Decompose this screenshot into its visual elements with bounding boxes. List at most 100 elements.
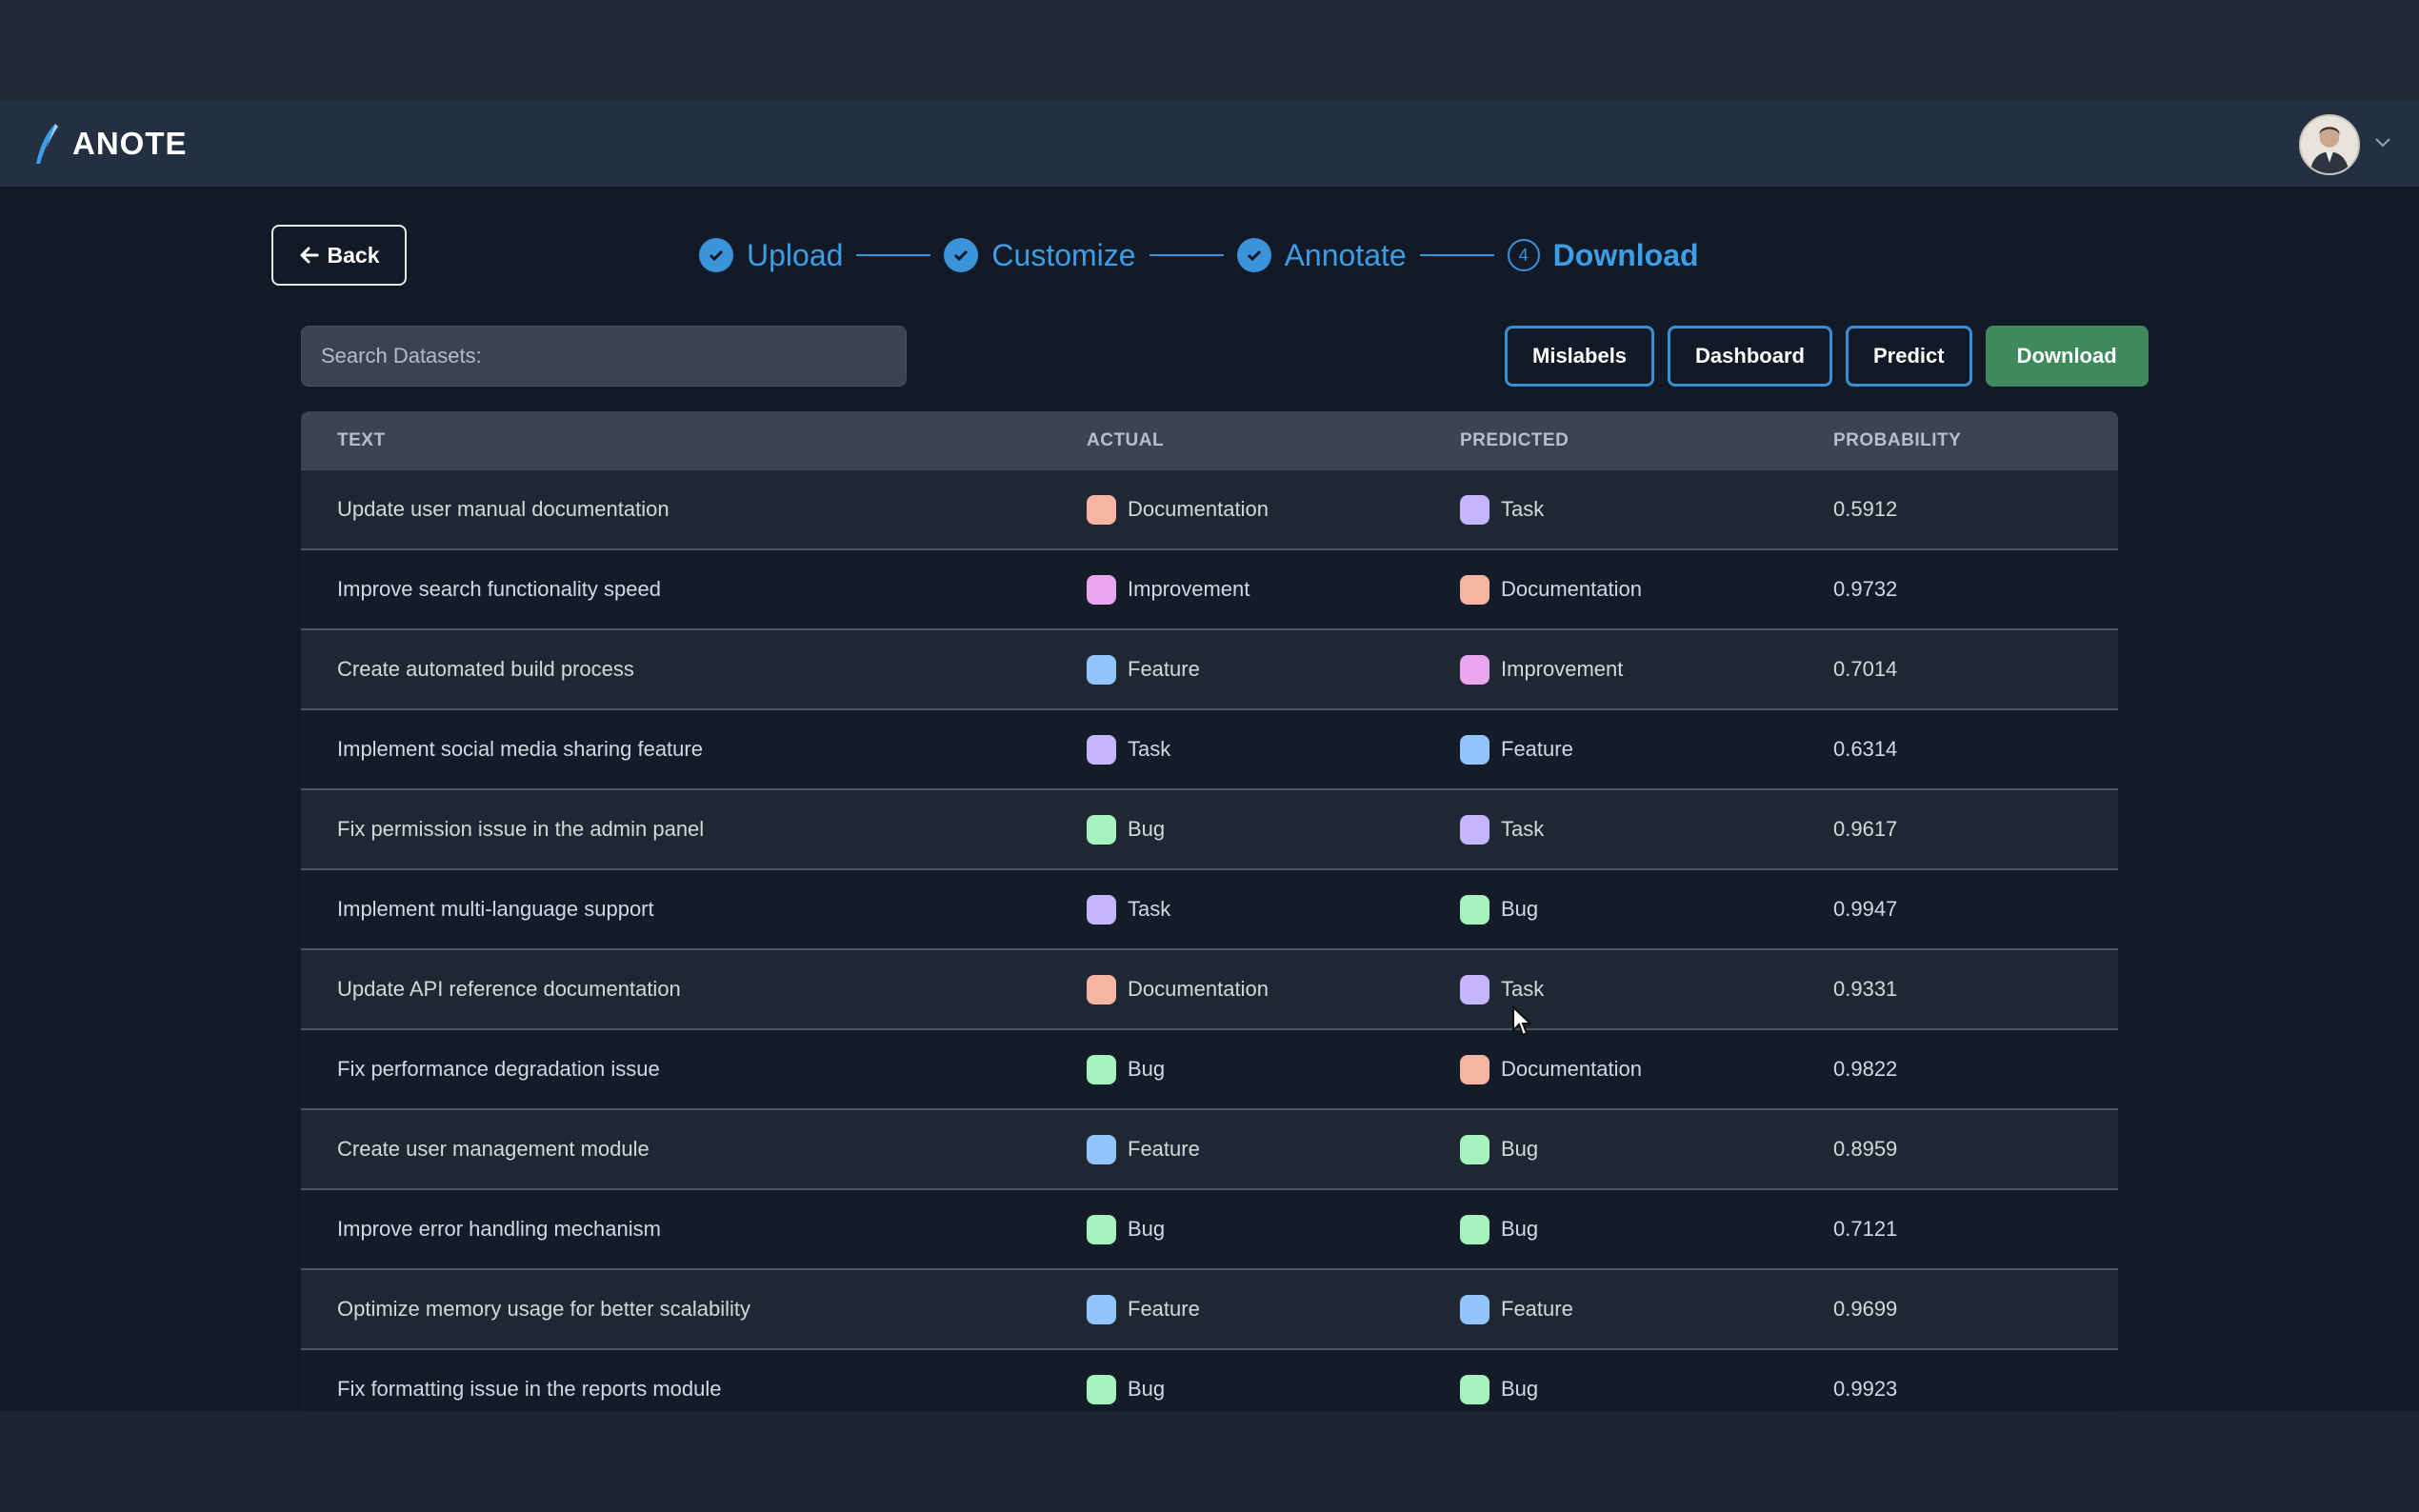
- label-color-swatch: [1460, 1294, 1489, 1324]
- table-row[interactable]: Implement multi-language support Task Bug 0…: [301, 870, 2118, 950]
- header-probability[interactable]: PROBABILITY: [1833, 430, 2118, 451]
- step-connector: [1149, 254, 1224, 256]
- label-color-swatch: [1087, 734, 1116, 765]
- label-color-swatch: [1087, 574, 1116, 605]
- cell-predicted: Task: [1460, 814, 1833, 845]
- label-color-swatch: [1460, 1374, 1489, 1404]
- header-predicted[interactable]: PREDICTED: [1460, 430, 1833, 451]
- step-upload[interactable]: Upload: [699, 238, 843, 273]
- predict-button[interactable]: Predict: [1845, 326, 1972, 387]
- label-color-swatch: [1087, 1054, 1116, 1084]
- logo[interactable]: ANOTE: [32, 120, 188, 168]
- table-row[interactable]: Update user manual documentation Document…: [301, 470, 2118, 550]
- label-color-swatch: [1087, 1374, 1116, 1404]
- cell-predicted: Bug: [1460, 894, 1833, 925]
- label-color-swatch: [1087, 1134, 1116, 1164]
- actual-label: Bug: [1128, 1377, 1166, 1401]
- search-input[interactable]: [319, 343, 889, 369]
- step-customize[interactable]: Customize: [944, 237, 1136, 273]
- actual-label: Feature: [1128, 1137, 1200, 1161]
- predicted-label: Documentation: [1501, 1057, 1642, 1081]
- back-button[interactable]: Back: [271, 225, 407, 286]
- actual-label: Improvement: [1128, 577, 1250, 601]
- cell-probability: 0.9732: [1833, 577, 1898, 601]
- step-download[interactable]: 4 Download: [1507, 237, 1699, 273]
- cell-probability: 0.9699: [1833, 1297, 1898, 1321]
- navbar: ANOTE: [0, 101, 2419, 187]
- cell-actual: Feature: [1087, 1134, 1460, 1164]
- cell-predicted: Feature: [1460, 734, 1833, 765]
- step-annotate[interactable]: Annotate: [1236, 237, 1407, 273]
- dashboard-button[interactable]: Dashboard: [1668, 326, 1832, 387]
- check-circle-icon: [944, 238, 979, 272]
- label-color-swatch: [1460, 1054, 1489, 1084]
- progress-stepper: Upload Customize Annotate 4 Download: [699, 234, 1699, 276]
- account-menu-chevron-down-icon[interactable]: [2371, 131, 2394, 154]
- cell-text: Implement social media sharing feature: [337, 737, 703, 761]
- table-row[interactable]: Improve error handling mechanism Bug Bug 0.…: [301, 1190, 2118, 1270]
- cell-predicted: Bug: [1460, 1134, 1833, 1164]
- feather-logo-icon: [36, 124, 58, 164]
- table-row[interactable]: Improve search functionality speed Improv…: [301, 550, 2118, 630]
- top-backdrop: [0, 0, 2419, 101]
- predicted-label: Task: [1501, 817, 1545, 841]
- table-body: Update user manual documentation Document…: [301, 470, 2118, 1430]
- cell-text: Improve search functionality speed: [337, 577, 661, 601]
- check-circle-icon: [1236, 238, 1271, 272]
- table-row[interactable]: Create automated build process Feature Imp…: [301, 630, 2118, 710]
- download-button[interactable]: Download: [1985, 326, 2149, 387]
- header-actual[interactable]: ACTUAL: [1087, 430, 1460, 451]
- cell-actual: Feature: [1087, 654, 1460, 685]
- table-row[interactable]: Fix performance degradation issue Bug Docu…: [301, 1030, 2118, 1110]
- cell-text: Update API reference documentation: [337, 977, 681, 1001]
- predicted-label: Bug: [1501, 1137, 1539, 1161]
- cell-actual: Feature: [1087, 1294, 1460, 1324]
- avatar[interactable]: [2299, 114, 2360, 175]
- cell-probability: 0.9822: [1833, 1057, 1898, 1081]
- cell-actual: Bug: [1087, 814, 1460, 845]
- cell-predicted: Task: [1460, 974, 1833, 1005]
- table-row[interactable]: Fix permission issue in the admin panel B…: [301, 790, 2118, 870]
- cell-probability: 0.9923: [1833, 1377, 1898, 1401]
- predicted-label: Documentation: [1501, 577, 1642, 601]
- table-row[interactable]: Create user management module Feature Bug 0…: [301, 1110, 2118, 1190]
- step-label: Customize: [991, 237, 1136, 272]
- step-label: Upload: [747, 237, 844, 272]
- cell-text: Create automated build process: [337, 657, 634, 681]
- predicted-label: Feature: [1501, 1297, 1573, 1321]
- app-name: ANOTE: [72, 126, 188, 161]
- cell-actual: Documentation: [1087, 974, 1460, 1005]
- table-row[interactable]: Implement social media sharing feature Ta…: [301, 710, 2118, 790]
- mislabels-button[interactable]: Mislabels: [1505, 326, 1655, 387]
- cell-predicted: Improvement: [1460, 654, 1833, 685]
- table-row[interactable]: Update API reference documentation Docume…: [301, 950, 2118, 1030]
- cell-probability: 0.5912: [1833, 497, 1898, 521]
- predicted-label: Bug: [1501, 897, 1539, 921]
- cell-text: Improve error handling mechanism: [337, 1217, 661, 1241]
- check-circle-icon: [699, 238, 733, 272]
- actual-label: Bug: [1128, 1217, 1166, 1241]
- actual-label: Task: [1128, 897, 1171, 921]
- label-color-swatch: [1087, 494, 1116, 525]
- step-label: Download: [1552, 237, 1699, 272]
- cell-probability: 0.6314: [1833, 737, 1898, 761]
- cell-actual: Bug: [1087, 1214, 1460, 1244]
- header-text[interactable]: TEXT: [301, 430, 1087, 451]
- step-connector: [856, 254, 931, 256]
- step-label: Annotate: [1284, 237, 1407, 272]
- label-color-swatch: [1087, 654, 1116, 685]
- cell-predicted: Documentation: [1460, 1054, 1833, 1084]
- main-content: Back Upload Customize Annotate 4 Downloa…: [0, 187, 2419, 1430]
- label-color-swatch: [1460, 974, 1489, 1005]
- label-color-swatch: [1460, 494, 1489, 525]
- label-color-swatch: [1460, 734, 1489, 765]
- mouse-pointer-icon: [1512, 1005, 1532, 1037]
- predicted-label: Bug: [1501, 1217, 1539, 1241]
- cell-predicted: Documentation: [1460, 574, 1833, 605]
- user-avatar-icon: [2301, 116, 2358, 173]
- table-row[interactable]: Optimize memory usage for better scalabi…: [301, 1270, 2118, 1350]
- cell-text: Create user management module: [337, 1137, 650, 1161]
- cell-text: Optimize memory usage for better scalabi…: [337, 1297, 751, 1321]
- actual-label: Feature: [1128, 657, 1200, 681]
- results-table: TEXT ACTUAL PREDICTED PROBABILITY Update…: [301, 411, 2118, 1430]
